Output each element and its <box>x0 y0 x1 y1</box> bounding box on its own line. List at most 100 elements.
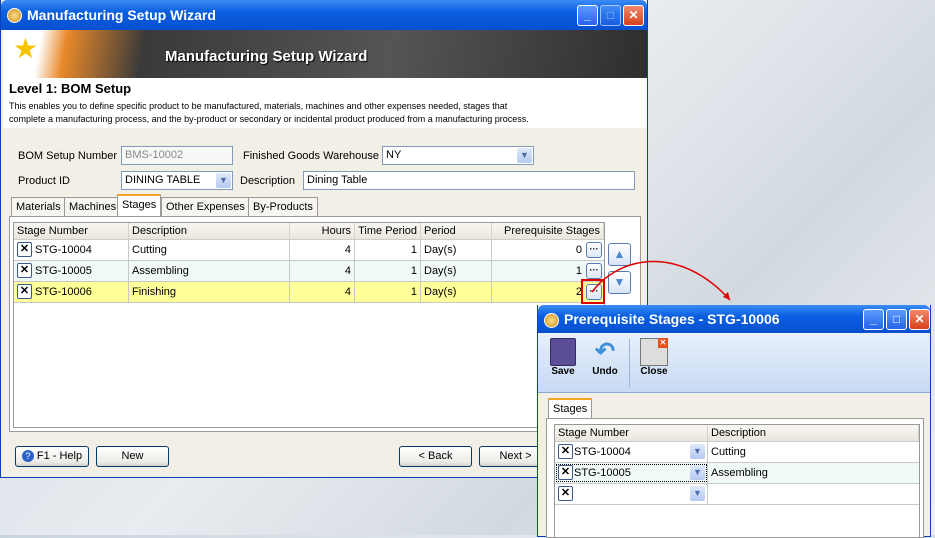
time-period-cell[interactable]: 1 <box>355 282 421 302</box>
wizard-wand-icon: ★ <box>13 33 39 64</box>
grid-header: Stage Number Description <box>555 425 919 442</box>
description-cell[interactable]: Cutting <box>708 442 919 462</box>
banner: ★ Manufacturing Setup Wizard <box>3 30 647 78</box>
table-row[interactable]: ✕ STG-10006 Finishing 4 1 Day(s) 2 ··· <box>14 282 604 303</box>
stage-number-cell[interactable]: ✕ STG-10005 <box>14 261 129 281</box>
hours-cell[interactable]: 4 <box>290 240 355 260</box>
bom-setup-number-field[interactable]: BMS-10002 <box>121 146 233 165</box>
undo-button[interactable]: ↶ Undo <box>588 338 622 377</box>
close-button[interactable]: ✕ <box>623 5 644 26</box>
time-period-cell[interactable]: 1 <box>355 261 421 281</box>
app-icon <box>7 8 22 23</box>
banner-title: Manufacturing Setup Wizard <box>165 48 368 65</box>
hours-cell[interactable]: 4 <box>290 261 355 281</box>
desc-cell[interactable]: Assembling <box>129 261 290 281</box>
stage-number-cell[interactable]: ✕ STG-10004 <box>14 240 129 260</box>
warehouse-label: Finished Goods Warehouse <box>243 150 379 162</box>
delete-row-icon[interactable]: ✕ <box>17 263 32 278</box>
chevron-down-icon[interactable]: ▼ <box>690 486 705 501</box>
bom-setup-number-label: BOM Setup Number <box>18 150 118 162</box>
tab-stages[interactable]: Stages <box>117 194 162 217</box>
delete-row-icon[interactable]: ✕ <box>17 284 32 299</box>
stage-number: STG-10004 <box>574 446 631 458</box>
prerequisite-grid: Stage Number Description ✕ STG-10004 ▼ Cutt… <box>554 424 920 538</box>
table-row[interactable]: ✕ STG-10005 Assembling 4 1 Day(s) 1 ··· <box>14 261 604 282</box>
table-row[interactable]: ✕ STG-10005 ▼ Assembling <box>555 463 919 484</box>
delete-row-icon[interactable]: ✕ <box>558 444 573 459</box>
stage-number-select[interactable]: ✕ STG-10005 ▼ <box>555 463 708 483</box>
delete-row-icon[interactable]: ✕ <box>17 242 32 257</box>
product-id-select[interactable]: DINING TABLE ▼ <box>121 171 233 190</box>
column-header[interactable]: Time Period <box>355 223 421 240</box>
description-field[interactable]: Dining Table <box>303 171 635 190</box>
stage-number: STG-10004 <box>35 244 92 256</box>
undo-icon: ↶ <box>594 338 616 365</box>
period-cell[interactable]: Day(s) <box>421 282 492 302</box>
tab-other-expenses[interactable]: Other Expenses <box>161 197 250 217</box>
stage-number: STG-10005 <box>574 467 631 479</box>
maximize-button[interactable]: □ <box>600 5 621 26</box>
stage-number-select[interactable]: ✕ ▼ <box>555 484 708 504</box>
warehouse-select[interactable]: NY ▼ <box>382 146 534 165</box>
save-button[interactable]: Save <box>548 338 578 377</box>
close-label: Close <box>640 366 668 377</box>
stage-number-cell[interactable]: ✕ STG-10006 <box>14 282 129 302</box>
desc-cell[interactable]: Finishing <box>129 282 290 302</box>
tab-by-products[interactable]: By-Products <box>248 197 318 217</box>
close-form-icon: ✕ <box>640 338 668 366</box>
app-icon <box>544 313 559 328</box>
annotation-arrow <box>591 260 731 301</box>
chevron-down-icon[interactable]: ▼ <box>216 173 231 188</box>
description-label: Description <box>240 175 296 187</box>
column-header[interactable]: Prerequisite Stages <box>492 223 604 240</box>
warehouse-value: NY <box>386 149 402 161</box>
chevron-down-icon[interactable]: ▼ <box>517 148 532 163</box>
back-button[interactable]: < Back <box>399 446 472 467</box>
grid-header: Stage Number Description Hours Time Peri… <box>14 223 604 240</box>
minimize-button[interactable]: _ <box>577 5 598 26</box>
product-id-value: DINING TABLE <box>125 174 201 186</box>
delete-row-icon[interactable]: ✕ <box>558 486 573 501</box>
description-cell[interactable]: Assembling <box>708 463 919 483</box>
chevron-down-icon[interactable]: ▼ <box>690 465 705 480</box>
period-cell[interactable]: Day(s) <box>421 261 492 281</box>
chevron-down-icon[interactable]: ▼ <box>690 444 705 459</box>
header-area: Level 1: BOM Setup This enables you to d… <box>3 78 647 128</box>
tab-machines[interactable]: Machines <box>64 197 122 217</box>
maximize-button[interactable]: □ <box>886 309 907 330</box>
column-header[interactable]: Stage Number <box>14 223 129 240</box>
prerequisite-dialog: Prerequisite Stages - STG-10006 _ □ ✕ Sa… <box>537 305 931 538</box>
table-row[interactable]: ✕ STG-10004 Cutting 4 1 Day(s) 0 ··· <box>14 240 604 261</box>
description-line: This enables you to define specific prod… <box>9 101 508 111</box>
description-line: complete a manufacturing process, and th… <box>9 114 529 124</box>
column-header[interactable]: Hours <box>290 223 355 240</box>
dialog-toolbar: Save ↶ Undo ✕ Close <box>538 333 930 393</box>
stage-number-select[interactable]: ✕ STG-10004 ▼ <box>555 442 708 462</box>
close-button[interactable]: ✕ Close <box>637 338 671 377</box>
desc-cell[interactable]: Cutting <box>129 240 290 260</box>
column-header[interactable]: Period <box>421 223 492 240</box>
tab-materials[interactable]: Materials <box>11 197 66 217</box>
hours-cell[interactable]: 4 <box>290 282 355 302</box>
help-button[interactable]: ? F1 - Help <box>15 446 89 467</box>
column-header[interactable]: Description <box>708 425 919 442</box>
description-cell[interactable] <box>708 484 919 504</box>
close-window-button[interactable]: ✕ <box>909 309 930 330</box>
toolbar-divider <box>629 339 630 387</box>
time-period-cell[interactable]: 1 <box>355 240 421 260</box>
dialog-title: Prerequisite Stages - STG-10006 <box>564 311 780 327</box>
period-cell[interactable]: Day(s) <box>421 240 492 260</box>
delete-row-icon[interactable]: ✕ <box>558 465 573 480</box>
column-header[interactable]: Stage Number <box>555 425 708 442</box>
new-button[interactable]: New <box>96 446 169 467</box>
stages-grid: Stage Number Description Hours Time Peri… <box>13 222 605 428</box>
help-icon: ? <box>21 450 34 462</box>
tab-stages[interactable]: Stages <box>548 398 593 419</box>
table-row[interactable]: ✕ ▼ <box>555 484 919 505</box>
undo-label: Undo <box>592 366 618 377</box>
column-header[interactable]: Description <box>129 223 290 240</box>
main-titlebar: Manufacturing Setup Wizard _ □ ✕ <box>1 0 647 30</box>
minimize-button[interactable]: _ <box>863 309 884 330</box>
table-row[interactable]: ✕ STG-10004 ▼ Cutting <box>555 442 919 463</box>
dialog-titlebar: Prerequisite Stages - STG-10006 _ □ ✕ <box>538 305 930 333</box>
